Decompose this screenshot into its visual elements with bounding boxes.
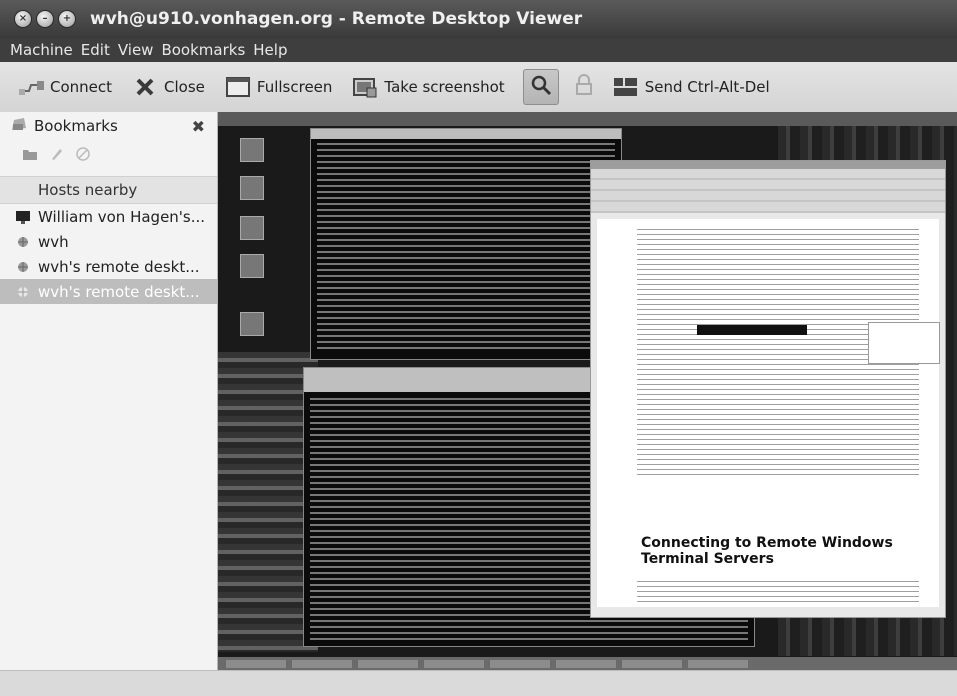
sidebar-item-william[interactable]: William von Hagen's... (0, 204, 217, 229)
sidebar-close-icon[interactable]: ✖ (192, 117, 205, 136)
network-icon (14, 234, 32, 250)
sidebar-title: Bookmarks (34, 117, 118, 135)
sidebar-item-label: wvh's remote deskt... (38, 282, 200, 301)
screenshot-icon (350, 73, 380, 101)
network-icon (14, 284, 32, 300)
lock-icon (574, 74, 594, 100)
folder-icon[interactable] (22, 146, 38, 165)
send-ctrl-alt-del-button[interactable]: Send Ctrl-Alt-Del (611, 73, 770, 101)
fullscreen-button[interactable]: Fullscreen (223, 73, 333, 101)
close-window-button[interactable]: × (14, 10, 32, 28)
minimize-window-button[interactable]: – (36, 10, 54, 28)
bookmark-star-icon (10, 116, 28, 136)
remote-desktop-icon (240, 216, 264, 240)
network-icon (14, 259, 32, 275)
title-bar: × – + wvh@u910.vonhagen.org - Remote Des… (0, 0, 957, 38)
close-x-icon (130, 73, 160, 101)
remote-desktop-icon (240, 176, 264, 200)
screenshot-label: Take screenshot (384, 78, 505, 96)
fullscreen-icon (223, 73, 253, 101)
ctrl-alt-del-label: Send Ctrl-Alt-Del (644, 78, 770, 96)
remote-document-window: Connecting to Remote Windows Terminal Se… (590, 160, 946, 618)
menu-edit[interactable]: Edit (81, 41, 110, 59)
maximize-window-button[interactable]: + (58, 10, 76, 28)
toolbar: Connect Close Fullscreen Take screenshot… (0, 62, 957, 113)
magnifier-icon (530, 74, 552, 100)
remote-terminal-window (310, 128, 622, 360)
remote-top-panel (218, 112, 957, 126)
hosts-nearby-section[interactable]: Hosts nearby (0, 176, 217, 204)
monitor-icon (14, 209, 32, 225)
sidebar-item-label: William von Hagen's... (38, 207, 206, 226)
sidebar-item-remote-desktop-1[interactable]: wvh's remote deskt... (0, 254, 217, 279)
sidebar-item-label: wvh's remote deskt... (38, 257, 200, 276)
edit-pencil-icon[interactable] (50, 146, 64, 165)
document-heading: Connecting to Remote Windows Terminal Se… (641, 535, 893, 567)
keyboard-grab-button[interactable] (569, 72, 599, 102)
remove-icon[interactable] (76, 146, 90, 165)
sidebar-item-wvh[interactable]: wvh (0, 229, 217, 254)
fullscreen-label: Fullscreen (256, 78, 333, 96)
remote-desktop-view[interactable]: Connecting to Remote Windows Terminal Se… (218, 112, 957, 670)
connect-button[interactable]: Connect (16, 73, 112, 101)
connect-icon (16, 73, 46, 101)
remote-desktop-icon (240, 312, 264, 336)
remote-taskbar (218, 657, 957, 670)
menu-help[interactable]: Help (253, 41, 287, 59)
status-bar (0, 670, 957, 696)
connect-label: Connect (50, 78, 113, 96)
bookmarks-sidebar: Bookmarks ✖ Hosts nearby William von Hag… (0, 112, 218, 670)
window-controls: × – + (14, 10, 76, 28)
close-label: Close (164, 78, 205, 96)
sidebar-header: Bookmarks ✖ (0, 112, 217, 140)
remote-desktop-icon (240, 254, 264, 278)
scale-toggle-button[interactable] (522, 69, 559, 105)
menu-view[interactable]: View (118, 41, 154, 59)
sidebar-tools (0, 140, 217, 170)
sidebar-item-label: wvh (38, 232, 69, 251)
take-screenshot-button[interactable]: Take screenshot (350, 73, 505, 101)
menu-bar: Machine Edit View Bookmarks Help (0, 38, 957, 62)
close-button[interactable]: Close (130, 73, 205, 101)
menu-machine[interactable]: Machine (10, 41, 73, 59)
remote-desktop-icon (240, 138, 264, 162)
menu-bookmarks[interactable]: Bookmarks (161, 41, 245, 59)
sidebar-item-remote-desktop-2[interactable]: wvh's remote deskt... (0, 279, 217, 304)
remote-comment-callout (868, 322, 940, 364)
keyboard-keys-icon (611, 73, 641, 101)
document-page: Connecting to Remote Windows Terminal Se… (597, 219, 939, 607)
window-title: wvh@u910.vonhagen.org - Remote Desktop V… (90, 9, 583, 29)
